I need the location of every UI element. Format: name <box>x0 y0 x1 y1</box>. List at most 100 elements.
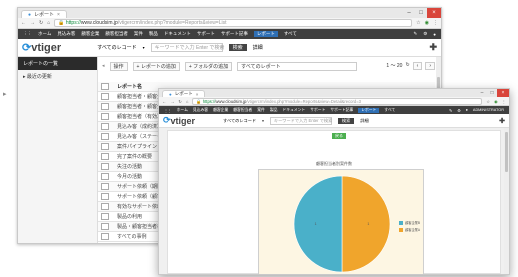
nav-item-deals[interactable]: 案件 <box>134 31 143 37</box>
prev-page-icon[interactable]: ‹ <box>412 62 423 70</box>
nav-item-reports[interactable]: レポート <box>358 107 380 113</box>
nav-item-documents[interactable]: ドキュメント <box>164 31 191 37</box>
extension-icon[interactable]: ◉ <box>494 99 498 104</box>
user-name[interactable]: ADMINISTRATOR <box>473 108 504 112</box>
search-button[interactable]: 検索 <box>337 117 355 124</box>
nav-item-home[interactable]: ホーム <box>177 108 188 113</box>
row-checkbox[interactable] <box>101 223 109 230</box>
nav-item-leads[interactable]: 見込み客 <box>193 108 208 113</box>
star-icon[interactable]: ☆ <box>486 99 490 104</box>
user-icon[interactable]: ● <box>466 108 468 112</box>
nav-item-accounts[interactable]: 顧客企業 <box>213 108 228 113</box>
nav-item-home[interactable]: ホーム <box>38 31 51 37</box>
search-input[interactable]: キーワードで入力 Enter で検索 <box>150 43 224 52</box>
row-checkbox[interactable] <box>101 153 109 160</box>
row-checkbox[interactable] <box>101 203 109 210</box>
settings-icon[interactable]: ⚙ <box>457 108 460 113</box>
folder-select[interactable]: すべてのレポート <box>237 61 358 71</box>
url-field[interactable]: 🔒 https://www.cloudsim.jp/vtigercrm/inde… <box>54 19 413 27</box>
nav-item-faq[interactable]: サポート記事 <box>330 108 353 113</box>
minimize-icon[interactable]: – <box>403 8 415 18</box>
row-checkbox[interactable] <box>101 183 109 190</box>
apps-grid-icon[interactable]: ⋮⋮ <box>164 108 172 113</box>
nav-item-support[interactable]: サポート <box>310 108 325 113</box>
sidebar-item-recent[interactable]: ▸ 最近の更新 <box>18 70 97 83</box>
row-checkbox[interactable] <box>101 163 109 170</box>
nav-item-contacts[interactable]: 顧客担当者 <box>233 108 252 113</box>
nav-item-faq[interactable]: サポート記事 <box>221 31 248 37</box>
star-icon[interactable]: ☆ <box>416 20 420 26</box>
maximize-icon[interactable]: □ <box>487 89 497 97</box>
close-tab-icon[interactable]: × <box>57 12 60 18</box>
page-scrollbar[interactable] <box>504 128 509 274</box>
nav-item-accounts[interactable]: 顧客企業 <box>81 31 99 37</box>
reload-icon[interactable]: ↻ <box>39 20 43 26</box>
add-folder-button[interactable]: + フォルダの追加 <box>184 61 233 71</box>
home-icon[interactable]: ⌂ <box>186 99 189 104</box>
add-icon[interactable]: ✚ <box>429 42 437 53</box>
advanced-search-link[interactable]: 詳細 <box>253 44 263 51</box>
nav-item-reports[interactable]: レポート <box>253 31 278 37</box>
pencil-icon[interactable]: ✎ <box>449 108 452 113</box>
next-page-icon[interactable]: › <box>425 62 435 70</box>
maximize-icon[interactable]: □ <box>415 8 427 18</box>
vtiger-logo[interactable]: ⟳ vtiger <box>163 115 195 126</box>
reload-icon[interactable]: ↻ <box>178 99 182 104</box>
browser-tab[interactable]: ● レポート × <box>21 10 67 18</box>
close-tab-icon[interactable]: × <box>196 92 199 97</box>
browser-tab[interactable]: ● レポート × <box>162 90 206 97</box>
row-checkbox[interactable] <box>101 93 109 100</box>
pie-slice[interactable] <box>293 175 343 273</box>
user-icon[interactable]: ● <box>433 32 436 37</box>
nav-item-all[interactable]: すべて <box>284 31 297 37</box>
vtiger-logo[interactable]: ⟳ vtiger <box>22 41 61 55</box>
back-button[interactable]: 戻る <box>332 133 346 139</box>
back-arrow-icon[interactable]: ← <box>162 99 166 104</box>
scope-select[interactable]: すべてのレコード <box>97 44 136 51</box>
nav-item-products[interactable]: 製品 <box>149 31 158 37</box>
forward-arrow-icon[interactable]: → <box>30 20 35 26</box>
home-icon[interactable]: ⌂ <box>47 20 50 26</box>
menu-icon[interactable]: ⋮ <box>433 20 438 26</box>
search-button[interactable]: 検索 <box>228 44 247 51</box>
close-window-icon[interactable]: × <box>427 8 441 18</box>
apps-grid-icon[interactable]: ⋮⋮ <box>23 31 32 37</box>
menu-icon[interactable]: ⋮ <box>502 99 506 104</box>
advanced-search-link[interactable]: 詳細 <box>360 118 368 124</box>
add-report-button[interactable]: + レポートの追加 <box>132 61 180 71</box>
search-input[interactable]: キーワードで入力 Enter で検索 <box>269 116 332 125</box>
nav-item-all[interactable]: すべて <box>384 108 395 113</box>
row-checkbox[interactable] <box>101 143 109 150</box>
select-all-checkbox[interactable] <box>101 83 109 90</box>
row-checkbox[interactable] <box>101 123 109 130</box>
nav-item-support[interactable]: サポート <box>197 31 215 37</box>
row-checkbox[interactable] <box>101 233 109 240</box>
nav-item-deals[interactable]: 案件 <box>257 108 265 113</box>
nav-item-products[interactable]: 製品 <box>270 108 278 113</box>
scrollbar-thumb[interactable] <box>505 132 508 172</box>
row-checkbox[interactable] <box>101 113 109 120</box>
nav-item-documents[interactable]: ドキュメント <box>282 108 305 113</box>
pie-slice[interactable] <box>341 175 391 273</box>
row-checkbox[interactable] <box>101 193 109 200</box>
row-checkbox[interactable] <box>101 173 109 180</box>
actions-button[interactable]: 操作 <box>109 61 128 71</box>
nav-item-leads[interactable]: 見込み客 <box>57 31 75 37</box>
add-icon[interactable]: ✚ <box>499 117 505 125</box>
row-checkbox[interactable] <box>101 213 109 220</box>
settings-icon[interactable]: ⚙ <box>423 31 427 37</box>
row-checkbox[interactable] <box>101 103 109 110</box>
forward-arrow-icon[interactable]: → <box>170 99 174 104</box>
sidebar-title[interactable]: レポートの一覧 <box>18 57 97 70</box>
close-window-icon[interactable]: × <box>497 89 509 97</box>
row-checkbox[interactable] <box>101 133 109 140</box>
pencil-icon[interactable]: ✎ <box>413 31 417 37</box>
url-field[interactable]: 🔒 https://www.cloudsim.jp/vtigercrm/inde… <box>192 97 483 105</box>
collapse-arrow-icon[interactable]: ◂ <box>102 63 105 69</box>
refresh-icon[interactable]: ↻ <box>405 62 409 70</box>
scope-select[interactable]: すべてのレコード <box>223 118 256 124</box>
nav-item-contacts[interactable]: 顧客担当者 <box>105 31 128 37</box>
extension-icon[interactable]: ◉ <box>425 20 429 26</box>
minimize-icon[interactable]: – <box>477 89 487 97</box>
back-arrow-icon[interactable]: ← <box>21 20 26 26</box>
